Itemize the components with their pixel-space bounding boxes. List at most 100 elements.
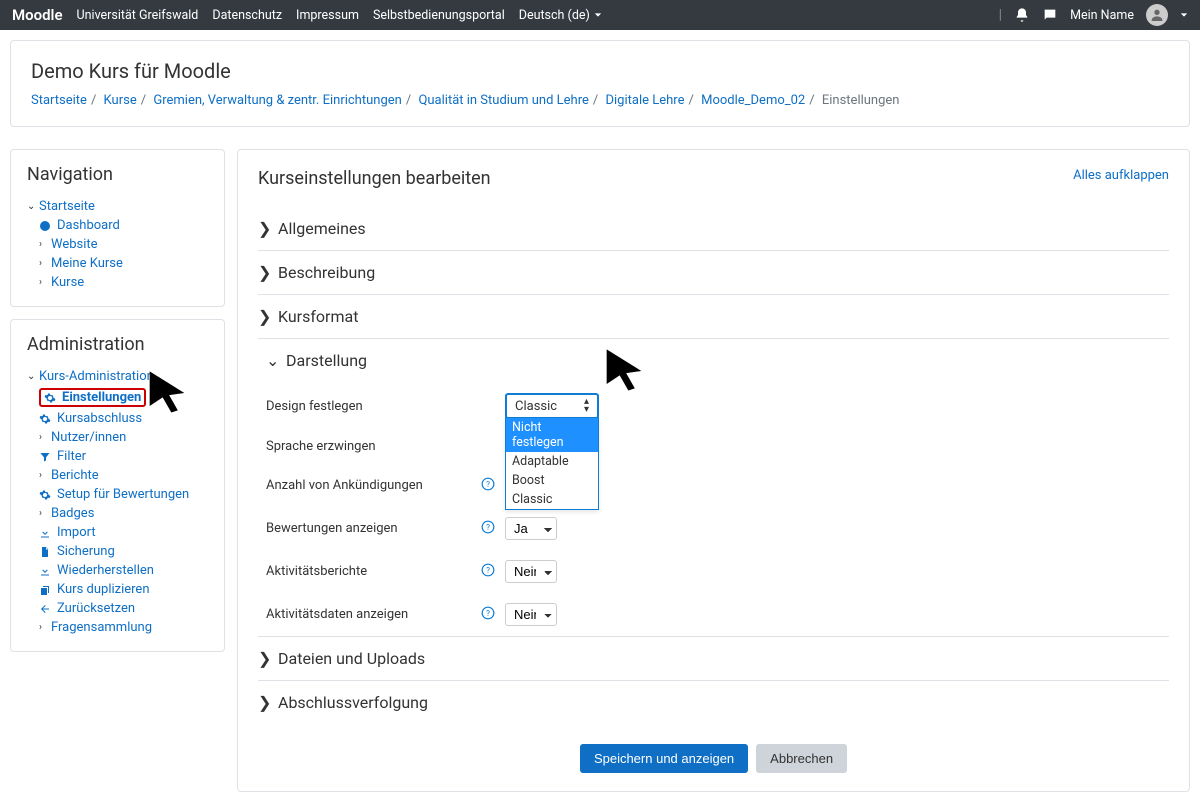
nav-item-meinekurse[interactable]: ›Meine Kurse xyxy=(27,254,208,273)
nav-item-dashboard[interactable]: Dashboard xyxy=(27,216,208,235)
topbar-link-impressum[interactable]: Impressum xyxy=(296,8,359,23)
chat-icon[interactable] xyxy=(1042,7,1058,23)
chevron-right-icon: ❯ xyxy=(258,693,268,712)
file-icon xyxy=(39,546,53,558)
admin-item-badges[interactable]: ›Badges xyxy=(27,504,208,523)
expand-all-link[interactable]: Alles aufklappen xyxy=(1073,168,1169,183)
admin-item-import[interactable]: Import xyxy=(27,523,208,542)
grades-label: Bewertungen anzeigen xyxy=(266,521,481,536)
row-theme: Design festlegen Classic ▴▾ Nicht festle… xyxy=(258,383,1169,429)
admin-item-nutzer[interactable]: ›Nutzer/innen xyxy=(27,428,208,447)
cancel-button[interactable]: Abbrechen xyxy=(756,744,847,773)
row-lang: Sprache erzwingen xyxy=(258,429,1169,464)
section-appearance[interactable]: ⌄ Darstellung xyxy=(258,339,1169,383)
announce-label: Anzahl von Ankündigungen xyxy=(266,478,481,493)
activity-dates-select[interactable]: Nein xyxy=(505,603,557,626)
topbar-link-uni[interactable]: Universität Greifswald xyxy=(77,8,199,23)
nav-item-kurse[interactable]: ›Kurse xyxy=(27,273,208,292)
theme-select[interactable]: Classic ▴▾ xyxy=(505,393,599,419)
crumb-current: Einstellungen xyxy=(822,93,900,108)
chevron-down-icon[interactable] xyxy=(1180,11,1188,19)
help-icon[interactable]: ? xyxy=(481,520,505,538)
username[interactable]: Mein Name xyxy=(1070,8,1134,23)
admin-item-wiederherstellen[interactable]: Wiederherstellen xyxy=(27,561,208,580)
language-selector[interactable]: Deutsch (de) xyxy=(519,8,602,23)
crumb-2[interactable]: Gremien, Verwaltung & zentr. Einrichtung… xyxy=(153,93,401,108)
crumb-4[interactable]: Digitale Lehre xyxy=(605,93,684,108)
topbar-link-privacy[interactable]: Datenschutz xyxy=(212,8,282,23)
row-grades: Bewertungen anzeigen ? Ja xyxy=(258,507,1169,550)
dashboard-icon xyxy=(39,220,53,232)
bell-icon[interactable] xyxy=(1014,7,1030,23)
row-activity-dates: Aktivitätsdaten anzeigen ? Nein xyxy=(258,593,1169,636)
crumb-3[interactable]: Qualität in Studium und Lehre xyxy=(418,93,588,108)
crumb-5[interactable]: Moodle_Demo_02 xyxy=(701,93,805,108)
row-activity-reports: Aktivitätsberichte ? Nein xyxy=(258,550,1169,593)
chevron-right-icon: ❯ xyxy=(258,649,268,668)
svg-text:?: ? xyxy=(486,564,490,574)
section-files[interactable]: ❯ Dateien und Uploads xyxy=(258,637,1169,681)
topbar-link-sbs[interactable]: Selbstbedienungsportal xyxy=(373,8,505,23)
brand[interactable]: Moodle xyxy=(12,6,63,24)
chevron-down-icon: ⌄ xyxy=(266,351,276,370)
gear-icon xyxy=(39,489,53,501)
admin-block-title: Administration xyxy=(27,334,208,355)
theme-label: Design festlegen xyxy=(266,399,481,414)
admin-item-setup[interactable]: Setup für Bewertungen xyxy=(27,485,208,504)
svg-text:?: ? xyxy=(486,478,490,488)
admin-item-fragen[interactable]: ›Fragensammlung xyxy=(27,618,208,637)
section-completion[interactable]: ❯ Abschlussverfolgung xyxy=(258,681,1169,724)
restore-icon xyxy=(39,565,53,577)
grades-select[interactable]: Ja xyxy=(505,517,557,540)
chevron-right-icon: ❯ xyxy=(258,263,268,282)
topbar: Moodle Universität Greifswald Datenschut… xyxy=(0,0,1200,30)
activity-reports-label: Aktivitätsberichte xyxy=(266,564,481,579)
separator: | xyxy=(999,7,1002,23)
admin-item-duplizieren[interactable]: Kurs duplizieren xyxy=(27,580,208,599)
import-icon xyxy=(39,527,53,539)
page-header: Demo Kurs für Moodle Startseite/ Kurse/ … xyxy=(10,40,1190,127)
back-icon xyxy=(39,603,53,615)
filter-icon xyxy=(39,451,53,463)
crumb-1[interactable]: Kurse xyxy=(104,93,137,108)
admin-item-sicherung[interactable]: Sicherung xyxy=(27,542,208,561)
activity-reports-select[interactable]: Nein xyxy=(505,560,557,583)
help-icon[interactable]: ? xyxy=(481,563,505,581)
section-general[interactable]: ❯ Allgemeines xyxy=(258,207,1169,251)
lang-label: Sprache erzwingen xyxy=(266,439,481,454)
avatar[interactable] xyxy=(1146,4,1168,26)
theme-option-none[interactable]: Nicht festlegen xyxy=(506,418,598,452)
form-title: Kurseinstellungen bearbeiten xyxy=(258,168,1169,189)
breadcrumb: Startseite/ Kurse/ Gremien, Verwaltung &… xyxy=(31,93,1169,108)
admin-item-einstellungen[interactable]: Einstellungen xyxy=(27,386,208,409)
nav-item-startseite[interactable]: ⌄Startseite xyxy=(27,197,208,216)
theme-option-boost[interactable]: Boost xyxy=(506,471,598,490)
navigation-block: Navigation ⌄Startseite Dashboard ›Websit… xyxy=(10,149,225,307)
section-format[interactable]: ❯ Kursformat xyxy=(258,295,1169,339)
admin-item-kursabschluss[interactable]: Kursabschluss xyxy=(27,409,208,428)
save-button[interactable]: Speichern und anzeigen xyxy=(580,744,748,773)
section-description[interactable]: ❯ Beschreibung xyxy=(258,251,1169,295)
nav-block-title: Navigation xyxy=(27,164,208,185)
help-icon[interactable]: ? xyxy=(481,606,505,624)
gear-icon xyxy=(44,392,58,404)
settings-form: Alles aufklappen Kurseinstellungen bearb… xyxy=(237,149,1190,792)
page-title: Demo Kurs für Moodle xyxy=(31,59,1169,83)
admin-item-berichte[interactable]: ›Berichte xyxy=(27,466,208,485)
admin-item-filter[interactable]: Filter xyxy=(27,447,208,466)
gear-icon xyxy=(39,413,53,425)
crumb-0[interactable]: Startseite xyxy=(31,93,87,108)
theme-option-adaptable[interactable]: Adaptable xyxy=(506,452,598,471)
row-announcements: Anzahl von Ankündigungen ? 5 xyxy=(258,464,1169,507)
copy-icon xyxy=(39,584,53,596)
theme-dropdown: Nicht festlegen Adaptable Boost Classic xyxy=(505,417,599,510)
theme-option-classic[interactable]: Classic xyxy=(506,490,598,509)
nav-item-website[interactable]: ›Website xyxy=(27,235,208,254)
activity-dates-label: Aktivitätsdaten anzeigen xyxy=(266,607,481,622)
chevron-right-icon: ❯ xyxy=(258,307,268,326)
chevron-down-icon xyxy=(594,11,602,19)
admin-root[interactable]: ⌄Kurs-Administration xyxy=(27,367,208,386)
chevron-right-icon: ❯ xyxy=(258,219,268,238)
admin-item-reset[interactable]: Zurücksetzen xyxy=(27,599,208,618)
help-icon[interactable]: ? xyxy=(481,477,505,495)
